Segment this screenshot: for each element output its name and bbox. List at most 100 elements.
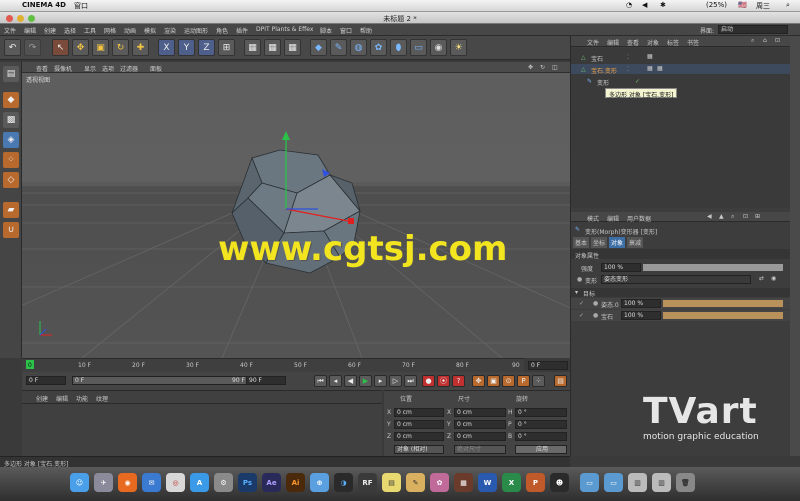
undo-icon[interactable]: ↶	[4, 39, 21, 56]
attr-new-icon[interactable]: ⊞	[755, 213, 760, 220]
target-check-icon[interactable]: ✓	[579, 312, 584, 319]
target-check-icon[interactable]: ✓	[579, 300, 584, 307]
object-row[interactable]: △ 宝石 ⁚ ▦	[571, 52, 791, 63]
attr-up-icon[interactable]: ▲	[719, 213, 724, 220]
target-weight-slider[interactable]	[663, 312, 783, 319]
battery-indicator[interactable]: (25%)	[706, 1, 727, 9]
perspective-viewport[interactable]: 透视视图 www.cgtsj.com	[22, 73, 570, 358]
visibility-dots-icon[interactable]: ⁚	[627, 54, 629, 61]
material-menu-create[interactable]: 创建	[36, 394, 48, 403]
workplane-mode-icon[interactable]: ◈	[3, 132, 19, 148]
rot-p-field[interactable]: 0 °	[515, 420, 567, 429]
x-axis-lock-icon[interactable]: X	[158, 39, 175, 56]
attr-back-icon[interactable]: ◀	[707, 213, 712, 220]
dock-chrome-icon[interactable]: ◎	[166, 473, 185, 492]
dock-folder-icon[interactable]: ▭	[580, 473, 599, 492]
menu-render[interactable]: 渲染	[164, 26, 176, 35]
z-axis-lock-icon[interactable]: Z	[198, 39, 215, 56]
target-weight-field[interactable]: 100 %	[621, 299, 661, 308]
render-picture-viewer-icon[interactable]: ▦	[264, 39, 281, 56]
menu-create[interactable]: 创建	[44, 26, 56, 35]
end-frame-field[interactable]: 90 F	[246, 376, 286, 385]
rotate-icon[interactable]: ↻	[112, 39, 129, 56]
deformer-icon[interactable]: ⬮	[390, 39, 407, 56]
dock-firefox-icon[interactable]: ◉	[118, 473, 137, 492]
menu-help[interactable]: 帮助	[360, 26, 372, 35]
input-source-icon[interactable]: 🇺🇸	[738, 1, 747, 9]
move-icon[interactable]: ✥	[72, 39, 89, 56]
size-y-field[interactable]: 0 cm	[454, 420, 506, 429]
attr-menu-mode[interactable]: 模式	[587, 214, 599, 223]
dock-excel-icon[interactable]: X	[502, 473, 521, 492]
dock-app-icon[interactable]: ▦	[454, 473, 473, 492]
dock-notes-icon[interactable]: ✎	[406, 473, 425, 492]
keyframe-selection-icon[interactable]: ?	[452, 375, 465, 387]
os-app-name[interactable]: CINEMA 4D	[22, 1, 66, 9]
go-to-end-icon[interactable]: ⏭	[404, 375, 417, 387]
menu-window[interactable]: 窗口	[340, 26, 352, 35]
dock-word-icon[interactable]: W	[478, 473, 497, 492]
frame-range-slider[interactable]: 0 F 90 F	[72, 376, 252, 385]
previous-frame-icon[interactable]: ◀	[344, 375, 357, 387]
array-icon[interactable]: ✿	[370, 39, 387, 56]
om-home-icon[interactable]: ⌂	[763, 37, 767, 44]
dock-illustrator-icon[interactable]: Ai	[286, 473, 305, 492]
targets-group[interactable]: ▾ 目标	[571, 288, 791, 298]
target-row[interactable]: ✓ ● 宝石 100 %	[571, 310, 791, 321]
tab-basic[interactable]: 基本	[573, 237, 590, 248]
next-key-icon[interactable]: ▷	[389, 375, 402, 387]
scale-icon[interactable]: ▣	[92, 39, 109, 56]
pos-z-field[interactable]: 0 cm	[394, 432, 444, 441]
dock-finder-icon[interactable]: ☺	[70, 473, 89, 492]
om-menu-view[interactable]: 查看	[627, 38, 639, 47]
autokey-icon[interactable]: ⦿	[437, 375, 450, 387]
dock-preferences-icon[interactable]: ⚙	[214, 473, 233, 492]
environment-floor-icon[interactable]: ▭	[410, 39, 427, 56]
go-to-start-icon[interactable]: ⏮	[314, 375, 327, 387]
morph-settings-icon[interactable]: ◉	[771, 275, 776, 282]
menu-tools[interactable]: 工具	[84, 26, 96, 35]
viewport-menu-camera[interactable]: 摄像机	[54, 64, 72, 73]
key-parameter-icon[interactable]: P	[517, 375, 530, 387]
viewport-move-icon[interactable]: ✥	[528, 64, 533, 71]
wifi-icon[interactable]: ◔	[626, 1, 632, 9]
attr-menu-userdata[interactable]: 用户数据	[627, 214, 651, 223]
key-scale-icon[interactable]: ▣	[487, 375, 500, 387]
key-rotation-icon[interactable]: ⊙	[502, 375, 515, 387]
snap-icon[interactable]: ∪	[3, 222, 19, 238]
current-frame-field[interactable]: 0 F	[528, 361, 568, 370]
trash-icon[interactable]: 🗑	[676, 473, 695, 492]
om-menu-file[interactable]: 文件	[587, 38, 599, 47]
rot-h-field[interactable]: 0 °	[515, 408, 567, 417]
dock-safari-icon[interactable]: ⊕	[310, 473, 329, 492]
target-weight-slider[interactable]	[663, 300, 783, 307]
bluetooth-icon[interactable]: ✱	[660, 1, 666, 9]
timeline-window-icon[interactable]: ▤	[554, 375, 567, 387]
viewport-menu-panel[interactable]: 面板	[150, 64, 162, 73]
dock-folder-icon[interactable]: ▭	[604, 473, 623, 492]
morph-arrows-icon[interactable]: ⇄	[759, 275, 764, 282]
menu-simulate[interactable]: 模拟	[144, 26, 156, 35]
material-menu-texture[interactable]: 纹理	[96, 394, 108, 403]
visibility-dots-icon[interactable]: ⁚	[627, 66, 629, 73]
polygons-mode-icon[interactable]: ▰	[3, 202, 19, 218]
size-x-field[interactable]: 0 cm	[454, 408, 506, 417]
render-settings-icon[interactable]: ▦	[284, 39, 301, 56]
layout-select[interactable]: 启动	[718, 25, 788, 34]
dock-file-icon[interactable]: ▥	[628, 473, 647, 492]
target-weight-field[interactable]: 100 %	[621, 311, 661, 320]
material-tag-icon[interactable]: ▦	[647, 65, 653, 72]
om-menu-objects[interactable]: 对象	[647, 38, 659, 47]
object-row[interactable]: △ 宝石.变形 ⁚ ▦ ▦	[571, 64, 791, 75]
dock-aftereffects-icon[interactable]: Ae	[262, 473, 281, 492]
camera-icon[interactable]: ◉	[430, 39, 447, 56]
attr-lock-icon[interactable]: ⊡	[743, 213, 748, 220]
viewport-zoom-icon[interactable]: ◫	[552, 64, 558, 71]
menu-character[interactable]: 角色	[216, 26, 228, 35]
menu-file[interactable]: 文件	[4, 26, 16, 35]
dock-qq-icon[interactable]: ☻	[550, 473, 569, 492]
search-icon[interactable]: ⌕	[786, 1, 790, 10]
menu-plugins[interactable]: 插件	[236, 26, 248, 35]
right-side-tabs[interactable]	[790, 36, 800, 456]
nurbs-icon[interactable]: ◍	[350, 39, 367, 56]
